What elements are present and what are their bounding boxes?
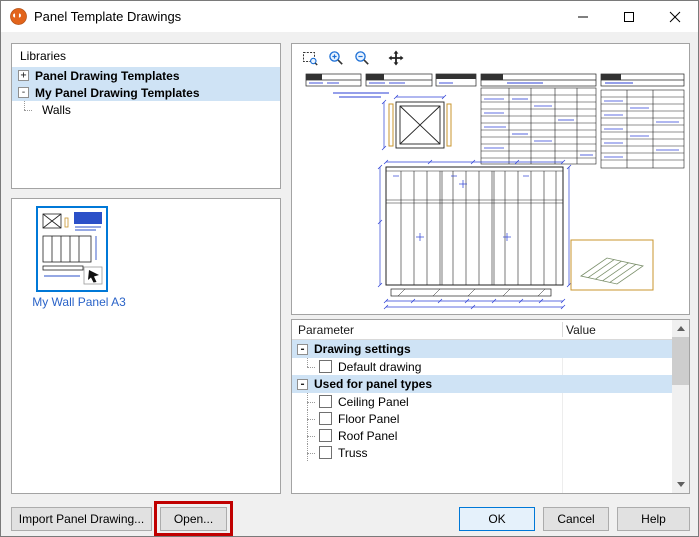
tree-connector (305, 410, 319, 427)
param-label: Truss (338, 446, 368, 460)
tree-item-label: Walls (42, 103, 71, 117)
tree-item-panel-drawing-templates[interactable]: + Panel Drawing Templates (12, 67, 280, 84)
parameter-grid: Parameter Value - Drawing settings Defau… (291, 319, 690, 494)
app-icon (10, 8, 27, 25)
minimize-button[interactable] (560, 1, 606, 32)
ok-button[interactable]: OK (459, 507, 535, 531)
zoom-in-icon[interactable] (325, 47, 347, 69)
tree-item-my-panel-drawing-templates[interactable]: - My Panel Drawing Templates (12, 84, 280, 101)
column-separator[interactable] (562, 322, 563, 337)
collapse-minus-icon[interactable]: - (18, 87, 29, 98)
tree-item-label: My Panel Drawing Templates (35, 86, 200, 100)
thumbnail-label: My Wall Panel A3 (24, 295, 134, 309)
tree-item-walls[interactable]: Walls (12, 101, 280, 118)
checkbox-floor-panel[interactable] (319, 412, 332, 425)
tree-connector (305, 427, 319, 444)
titlebar[interactable]: Panel Template Drawings (1, 1, 698, 32)
tree-connector (305, 444, 319, 461)
column-header-parameter: Parameter (298, 323, 354, 337)
cancel-button[interactable]: Cancel (543, 507, 609, 531)
parameter-grid-header: Parameter Value (292, 320, 672, 340)
help-button[interactable]: Help (617, 507, 690, 531)
group-label: Drawing settings (314, 342, 411, 356)
template-thumbnail-list: My Wall Panel A3 (11, 198, 281, 494)
libraries-panel: Libraries + Panel Drawing Templates - My… (11, 43, 281, 189)
preview-toolbar (292, 44, 689, 72)
zoom-out-icon[interactable] (351, 47, 373, 69)
group-row-drawing-settings[interactable]: - Drawing settings (292, 340, 672, 358)
param-label: Default drawing (338, 360, 421, 374)
scroll-down-button[interactable] (672, 476, 689, 493)
vertical-scrollbar[interactable] (672, 320, 689, 493)
column-header-value: Value (566, 323, 596, 337)
libraries-label: Libraries (12, 44, 280, 67)
param-row-floor-panel[interactable]: Floor Panel (292, 410, 672, 427)
panel-drawing-preview[interactable] (293, 72, 688, 310)
collapse-minus-icon[interactable]: - (297, 379, 308, 390)
panel-template-drawings-dialog: { "window": { "title": "Panel Template D… (0, 0, 699, 537)
param-row-roof-panel[interactable]: Roof Panel (292, 427, 672, 444)
param-label: Floor Panel (338, 412, 399, 426)
group-row-used-for-panel-types[interactable]: - Used for panel types (292, 375, 672, 393)
tree-item-label: Panel Drawing Templates (35, 69, 180, 83)
checkbox-roof-panel[interactable] (319, 429, 332, 442)
window-title: Panel Template Drawings (34, 9, 181, 24)
scrollbar-thumb[interactable] (672, 337, 689, 385)
tree-connector (305, 393, 319, 410)
open-button[interactable]: Open... (160, 507, 227, 531)
drawing-preview-panel (291, 43, 690, 315)
pan-icon[interactable] (385, 47, 407, 69)
tree-connector (305, 358, 319, 375)
param-label: Ceiling Panel (338, 395, 409, 409)
thumbnail-my-wall-panel-a3[interactable]: My Wall Panel A3 (24, 206, 134, 309)
parameter-rows: - Drawing settings Default drawing - Use… (292, 340, 672, 461)
param-row-truss[interactable]: Truss (292, 444, 672, 461)
tree-connector (22, 101, 36, 118)
checkbox-truss[interactable] (319, 446, 332, 459)
param-label: Roof Panel (338, 429, 397, 443)
param-row-default-drawing[interactable]: Default drawing (292, 358, 672, 375)
template-thumbnail-image[interactable] (36, 206, 108, 292)
window-controls (560, 1, 698, 32)
scroll-down-arrow-icon (677, 482, 685, 487)
group-label: Used for panel types (314, 377, 432, 391)
zoom-window-icon[interactable] (299, 47, 321, 69)
maximize-button[interactable] (606, 1, 652, 32)
close-button[interactable] (652, 1, 698, 32)
expand-plus-icon[interactable]: + (18, 70, 29, 81)
scroll-up-arrow-icon (677, 326, 685, 331)
checkbox-ceiling-panel[interactable] (319, 395, 332, 408)
param-row-ceiling-panel[interactable]: Ceiling Panel (292, 393, 672, 410)
collapse-minus-icon[interactable]: - (297, 344, 308, 355)
import-panel-drawing-button[interactable]: Import Panel Drawing... (11, 507, 152, 531)
scroll-up-button[interactable] (672, 320, 689, 337)
checkbox-default-drawing[interactable] (319, 360, 332, 373)
